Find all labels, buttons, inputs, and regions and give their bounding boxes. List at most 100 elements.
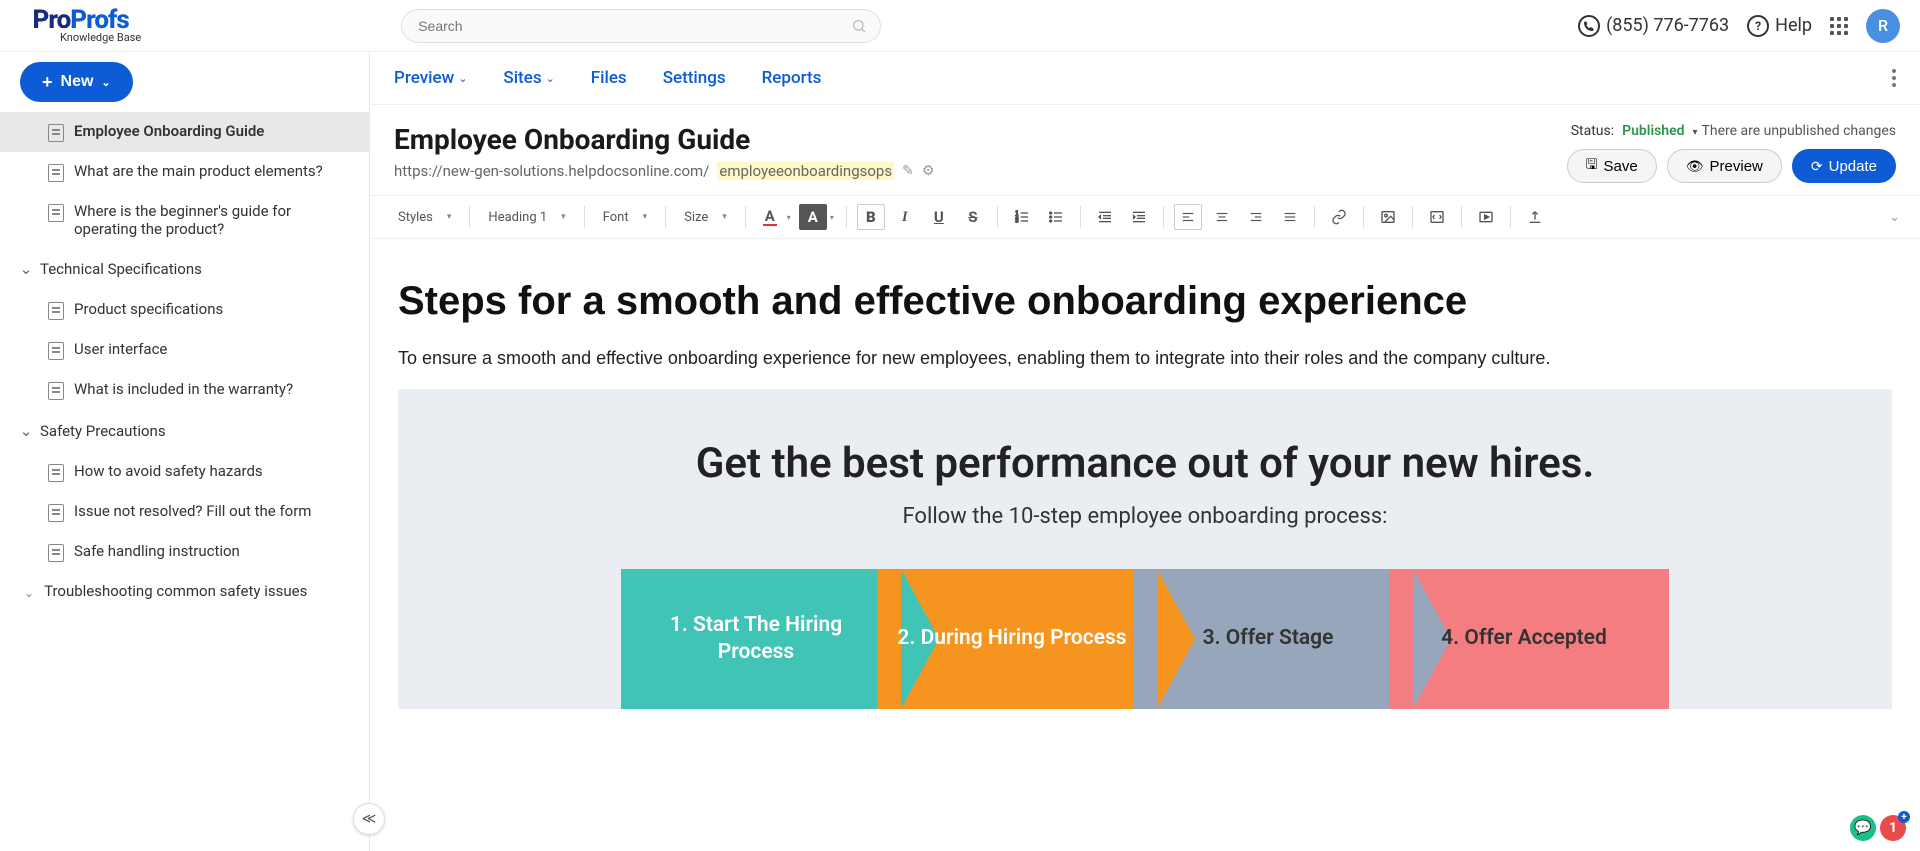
apps-icon[interactable] — [1830, 17, 1848, 35]
eye-icon: 👁 — [1686, 158, 1704, 175]
status-row: Status: Published There are unpublished … — [1571, 123, 1896, 139]
ul-button[interactable] — [1042, 204, 1070, 230]
phone-icon — [1578, 15, 1600, 37]
outdent-button[interactable] — [1091, 204, 1119, 230]
sidebar-item-product-specs[interactable]: Product specifications — [0, 290, 369, 330]
sidebar-item-safety-hazards[interactable]: How to avoid safety hazards — [0, 452, 369, 492]
url-base: https://new-gen-solutions.helpdocsonline… — [394, 162, 709, 180]
link-button[interactable] — [1325, 204, 1353, 230]
kebab-menu[interactable] — [1892, 69, 1896, 87]
edit-icon[interactable]: ✎ — [902, 163, 914, 179]
document-icon — [48, 544, 64, 562]
collapse-sidebar-button[interactable]: ≪ — [353, 803, 385, 835]
size-select[interactable]: Size — [676, 206, 735, 229]
sidebar-item-issue-form[interactable]: Issue not resolved? Fill out the form — [0, 492, 369, 532]
format-select[interactable]: Heading 1 — [480, 206, 573, 229]
chat-bubble-green[interactable]: 💬 — [1850, 815, 1876, 841]
phone-link[interactable]: (855) 776-7763 — [1578, 15, 1729, 37]
logo[interactable]: ProProfs Knowledge Base — [20, 7, 141, 44]
font-select[interactable]: Font — [595, 206, 655, 229]
align-center-button[interactable] — [1208, 204, 1236, 230]
search-input[interactable] — [401, 9, 881, 43]
menu-files[interactable]: Files — [591, 68, 627, 88]
upload-button[interactable] — [1521, 204, 1549, 230]
sidebar-item-label: User interface — [74, 340, 167, 358]
sidebar-item-label: How to avoid safety hazards — [74, 462, 263, 480]
align-left-button[interactable] — [1174, 204, 1202, 230]
status-value: Published — [1622, 123, 1684, 139]
document-icon — [48, 342, 64, 360]
help-link[interactable]: ? Help — [1747, 15, 1812, 37]
italic-button[interactable]: I — [891, 204, 919, 230]
steps-row: 1. Start The Hiring Process 2. During Hi… — [438, 569, 1852, 709]
menu-sites[interactable]: Sites⌄ — [503, 68, 554, 88]
menu-settings[interactable]: Settings — [663, 68, 726, 88]
sidebar-item-beginners-guide[interactable]: Where is the beginner's guide for operat… — [0, 192, 369, 248]
content-paragraph: To ensure a smooth and effective onboard… — [398, 348, 1892, 369]
align-justify-button[interactable] — [1276, 204, 1304, 230]
chevron-down-icon: ⌄ — [546, 72, 555, 85]
embed-button[interactable] — [1423, 204, 1451, 230]
editor-content[interactable]: Steps for a smooth and effective onboard… — [370, 239, 1920, 851]
sidebar-item-onboarding-guide[interactable]: Employee Onboarding Guide — [0, 112, 369, 152]
document-icon — [48, 302, 64, 320]
chevron-down-icon: ⌄ — [20, 263, 32, 275]
chevron-down-icon: ⌄ — [24, 586, 34, 600]
video-button[interactable] — [1472, 204, 1500, 230]
preview-button[interactable]: 👁Preview — [1667, 149, 1782, 183]
sidebar: + New ⌄ Employee Onboarding Guide What a… — [0, 52, 370, 851]
sidebar-item-troubleshooting[interactable]: ⌄ Troubleshooting common safety issues — [0, 572, 369, 610]
page-title: Employee Onboarding Guide — [394, 123, 1543, 156]
sidebar-item-label: Employee Onboarding Guide — [74, 122, 264, 140]
bold-button[interactable]: B — [857, 204, 885, 230]
chevron-down-icon: ⌄ — [458, 72, 467, 85]
sidebar-item-warranty[interactable]: What is included in the warranty? — [0, 370, 369, 410]
save-icon: 🖫 — [1586, 154, 1598, 178]
page-url: https://new-gen-solutions.helpdocsonline… — [394, 162, 1543, 180]
graphic-subtitle: Follow the 10-step employee onboarding p… — [438, 504, 1852, 529]
logo-subtext: Knowledge Base — [60, 31, 141, 44]
sidebar-scroll[interactable]: Employee Onboarding Guide What are the m… — [0, 112, 369, 851]
chevron-left-icon: ≪ — [362, 811, 377, 827]
sidebar-item-user-interface[interactable]: User interface — [0, 330, 369, 370]
bg-color-button[interactable]: A — [799, 204, 827, 230]
save-button[interactable]: 🖫Save — [1567, 149, 1657, 183]
sidebar-item-product-elements[interactable]: What are the main product elements? — [0, 152, 369, 192]
chat-badges: 💬 1 + — [1850, 815, 1906, 841]
update-button[interactable]: ⟳Update — [1792, 149, 1896, 183]
new-button[interactable]: + New ⌄ — [20, 62, 133, 102]
ol-button[interactable]: 123 — [1008, 204, 1036, 230]
phone-number: (855) 776-7763 — [1606, 15, 1729, 36]
page-head: Employee Onboarding Guide https://new-ge… — [370, 105, 1920, 195]
image-button[interactable] — [1374, 204, 1402, 230]
plus-icon: + — [42, 72, 53, 93]
gear-icon[interactable]: ⚙ — [922, 163, 935, 179]
styles-select[interactable]: Styles — [390, 206, 459, 229]
sidebar-group-label: Technical Specifications — [40, 260, 202, 278]
onboarding-graphic: Get the best performance out of your new… — [398, 389, 1892, 709]
url-slug[interactable]: employeeonboardingsops — [717, 162, 894, 180]
sidebar-item-label: Safe handling instruction — [74, 542, 240, 560]
help-label: Help — [1775, 15, 1812, 36]
sidebar-item-label: What is included in the warranty? — [74, 380, 293, 398]
avatar[interactable]: R — [1866, 9, 1900, 43]
plus-badge-icon: + — [1898, 811, 1910, 823]
menu-reports[interactable]: Reports — [762, 68, 822, 88]
sidebar-group-safety[interactable]: ⌄ Safety Precautions — [0, 410, 369, 452]
sidebar-item-label: Troubleshooting common safety issues — [44, 582, 307, 600]
chat-bubble-red[interactable]: 1 + — [1880, 815, 1906, 841]
document-icon — [48, 204, 64, 222]
sidebar-item-label: Product specifications — [74, 300, 223, 318]
text-color-button[interactable]: A — [756, 204, 784, 230]
unpublished-note[interactable]: There are unpublished changes — [1693, 123, 1896, 139]
sidebar-item-safe-handling[interactable]: Safe handling instruction — [0, 532, 369, 572]
strike-button[interactable]: S — [959, 204, 987, 230]
sidebar-group-technical-specs[interactable]: ⌄ Technical Specifications — [0, 248, 369, 290]
underline-button[interactable]: U — [925, 204, 953, 230]
align-right-button[interactable] — [1242, 204, 1270, 230]
step-1: 1. Start The Hiring Process — [621, 569, 901, 709]
menu-preview[interactable]: Preview⌄ — [394, 68, 467, 88]
indent-button[interactable] — [1125, 204, 1153, 230]
document-icon — [48, 124, 64, 142]
toolbar-expand-button[interactable]: ⌄ — [1889, 210, 1900, 225]
